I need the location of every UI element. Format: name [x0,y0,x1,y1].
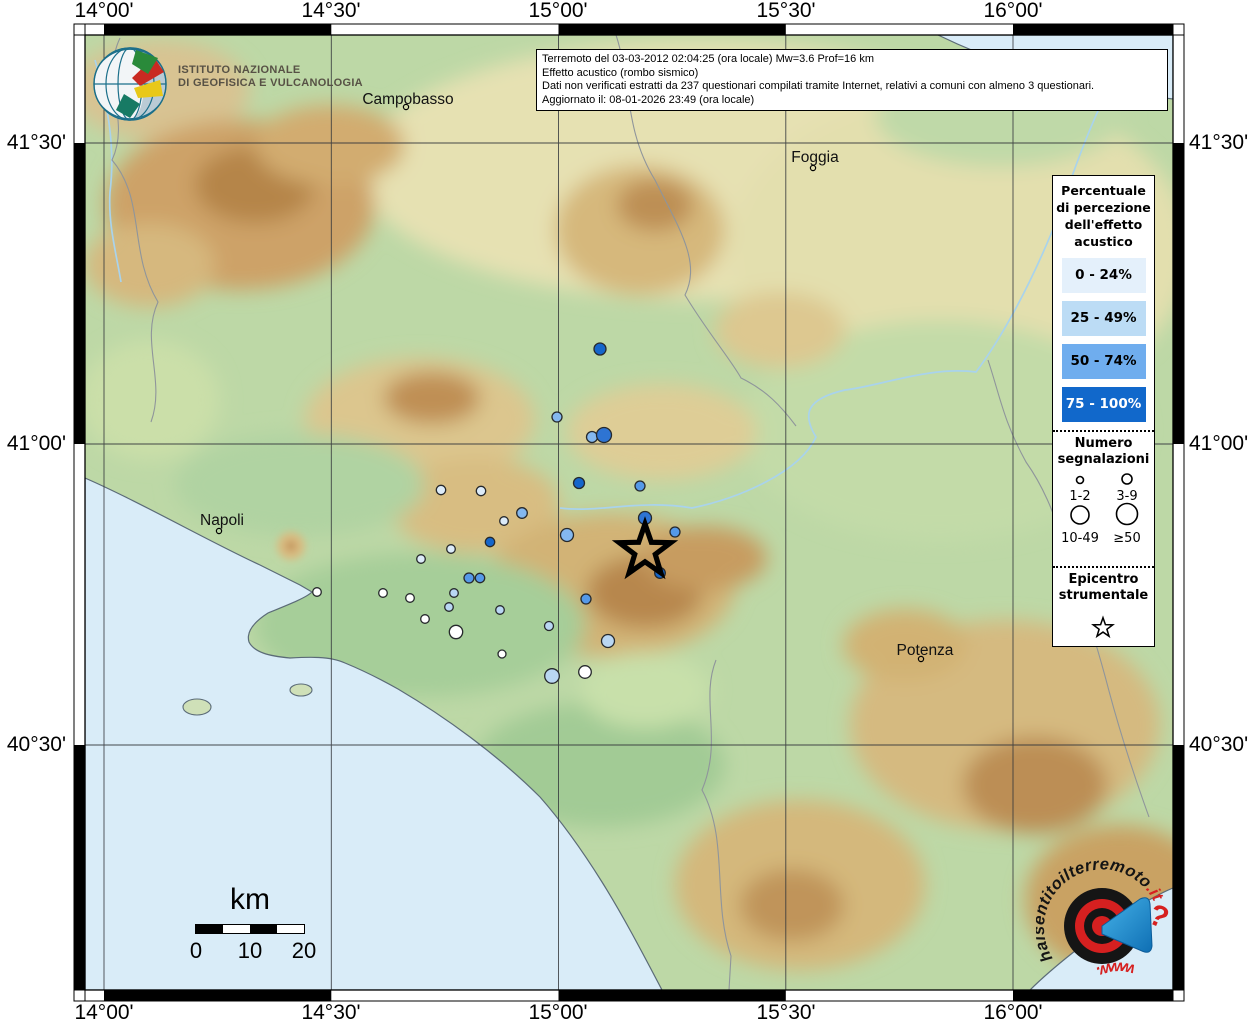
count-label-10-49: 10-49 [1061,531,1099,546]
count-label-50: ≥50 [1113,531,1140,546]
haisentitoilterremoto-logo: haisentitoilterremoto.it www. ? [1036,854,1176,994]
event-data-note-line: Dati non verificati estratti da 237 ques… [542,80,1162,94]
felt-report-point [447,545,456,554]
legend-class-50-74: 50 - 74% [1062,344,1146,379]
felt-report-point [597,428,612,443]
legend-class-0-24: 0 - 24% [1062,258,1146,293]
event-updated-line: Aggiornato il: 08-01-2026 23:49 (ora loc… [542,94,1162,108]
felt-report-point [445,603,454,612]
felt-report-point [406,594,415,603]
felt-report-point [581,594,591,604]
event-info-box: Terremoto del 03-03-2012 02:04:25 (ora l… [536,49,1168,111]
felt-report-point [496,606,505,615]
felt-report-point [436,485,445,494]
felt-report-point [500,517,509,526]
legend-count-symbols: 1-2 3-9 10-49 ≥50 [1054,470,1153,566]
felt-report-point [561,529,574,542]
scale-tick-0: 0 [190,938,202,964]
legend-class-25-49: 25 - 49% [1062,301,1146,336]
ingv-text-line1: ISTITUTO NAZIONALE [178,64,363,77]
ingv-wordmark: ISTITUTO NAZIONALE DI GEOFISICA E VULCAN… [170,64,363,90]
legend-title: Percentuale di percezione dell'effetto a… [1054,182,1153,250]
felt-report-point [379,589,388,598]
event-title-line: Terremoto del 03-03-2012 02:04:25 (ora l… [542,53,1162,67]
island-capri [290,684,312,696]
felt-report-point [587,432,598,443]
felt-report-point [464,573,474,583]
ingv-globe-logo [94,48,166,120]
island-ischia [183,699,211,715]
felt-report-point [552,412,562,422]
legend-epicenter-title: Epicentro strumentale [1053,572,1154,604]
ingv-text-line2: DI GEOFISICA E VULCANOLOGIA [178,77,363,90]
felt-report-point [475,573,484,582]
felt-report-point [485,537,494,546]
legend-panel: Percentuale di percezione dell'effetto a… [1052,175,1155,647]
scale-bar: km 0 10 20 [160,884,340,962]
scale-tick-20: 20 [292,938,316,964]
event-effect-line: Effetto acustico (rombo sismico) [542,67,1162,81]
scale-tick-10: 10 [238,938,262,964]
felt-report-point [313,588,322,597]
felt-report-point [450,589,459,598]
legend-epicenter-symbol [1054,606,1153,646]
felt-report-point [545,669,560,684]
felt-report-point [594,343,606,355]
basemap-terrain [70,35,1215,990]
felt-report-point [476,486,485,495]
legend-class-75-100: 75 - 100% [1062,387,1146,422]
scale-unit: km [160,884,340,916]
count-label-3-9: 3-9 [1116,489,1137,504]
felt-report-point [602,635,615,648]
felt-report-point [417,555,426,564]
felt-report-point [579,666,592,679]
felt-report-point [421,615,430,624]
felt-report-point [498,650,506,658]
felt-report-point [574,478,585,489]
felt-report-point [517,508,528,519]
legend-count-title: Numero segnalazioni [1053,436,1154,468]
felt-report-point [670,527,680,537]
felt-report-point [545,622,554,631]
felt-report-point [635,481,645,491]
felt-report-point [449,625,462,638]
vesuvius-terrain [277,532,305,560]
ingv-felt-report-map: 14°00' 14°30' 15°00' 15°30' 16°00' 14°00… [0,0,1255,1024]
star-icon [1093,618,1113,637]
count-label-1-2: 1-2 [1069,489,1090,504]
scale-bar-segments [195,924,305,934]
